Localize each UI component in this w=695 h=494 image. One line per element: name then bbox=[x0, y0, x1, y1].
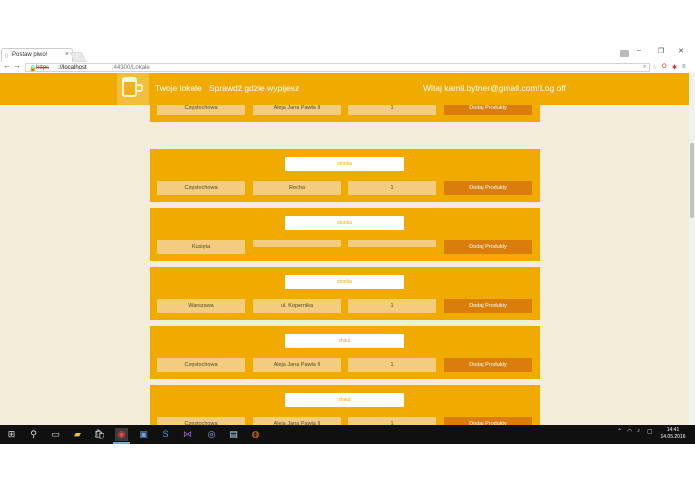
nav-log-off[interactable]: Log off bbox=[540, 83, 566, 93]
venue-street bbox=[253, 240, 341, 247]
site-navbar: Twoje lokale Sprawdź gdzie wypijesz Wita… bbox=[0, 73, 689, 105]
venue-number: 1 bbox=[348, 299, 436, 313]
tab-strip: ▯ Postaw piwo! × bbox=[0, 46, 695, 62]
clock-date: 14.05.2016 bbox=[660, 434, 686, 440]
browser-tab[interactable]: ▯ Postaw piwo! × bbox=[1, 48, 73, 62]
venue-city: Częstochowa bbox=[157, 417, 245, 425]
extension-icon[interactable]: ✱ bbox=[672, 64, 677, 71]
venue-name: stonka bbox=[285, 216, 404, 230]
forward-arrow-icon[interactable]: → bbox=[13, 61, 21, 70]
venue-card: shaut Częstochowa Aleja Jana Pawła II 1 … bbox=[150, 385, 540, 425]
venue-city: Warszawa bbox=[157, 299, 245, 313]
zoom-icon[interactable]: ⌕ bbox=[643, 64, 646, 71]
tray-chevron-icon[interactable]: ⌃ bbox=[617, 428, 622, 435]
venue-street: Aleja Jana Pawła II bbox=[253, 358, 341, 372]
add-products-button[interactable]: Dodaj Produkty bbox=[444, 417, 532, 425]
add-products-button[interactable]: Dodaj Produkty bbox=[444, 181, 532, 195]
menu-icon[interactable]: ≡ bbox=[682, 64, 686, 70]
search-icon[interactable]: ⚲ bbox=[27, 428, 40, 441]
venue-street: Aleja Jana Pawła II bbox=[253, 417, 341, 425]
venue-city: Częstochowa bbox=[157, 358, 245, 372]
close-window-button[interactable]: ✕ bbox=[676, 47, 686, 55]
venue-name: stonka bbox=[285, 275, 404, 289]
nav-check-where[interactable]: Sprawdź gdzie wypijesz bbox=[209, 83, 299, 93]
page-scrollbar[interactable] bbox=[689, 73, 695, 425]
venue-number: 1 bbox=[348, 358, 436, 372]
notifications-icon[interactable]: ▢ bbox=[647, 428, 653, 435]
app-icon[interactable]: ◎ bbox=[205, 428, 218, 441]
address-bar[interactable]: 🔒 https ://localhost :44300/Lokale bbox=[25, 63, 650, 72]
chrome-icon[interactable]: ◉ bbox=[115, 428, 128, 441]
bookmark-star-icon[interactable]: ☆ bbox=[652, 64, 657, 71]
task-view-icon[interactable]: ▭ bbox=[49, 428, 62, 441]
taskbar-clock[interactable]: 14:41 14.05.2016 bbox=[655, 427, 691, 441]
page-favicon-icon: ▯ bbox=[5, 53, 8, 59]
add-products-button[interactable]: Dodaj Produkty bbox=[444, 240, 532, 254]
firefox-icon[interactable]: ◍ bbox=[249, 428, 262, 441]
nav-my-venues[interactable]: Twoje lokale bbox=[155, 83, 202, 93]
tab-close-icon[interactable]: × bbox=[65, 51, 69, 58]
maximize-button[interactable]: ❐ bbox=[656, 47, 666, 55]
url-protocol: https bbox=[36, 65, 50, 71]
venue-name: stonka bbox=[285, 157, 404, 171]
add-products-button[interactable]: Dodaj Produkty bbox=[444, 299, 532, 313]
tab-title: Postaw piwo! bbox=[12, 52, 48, 58]
venue-city: Częstochowa bbox=[157, 181, 245, 195]
site-logo[interactable] bbox=[117, 73, 149, 105]
url-path: :44300/Lokale bbox=[112, 65, 150, 71]
profile-icon[interactable] bbox=[620, 50, 629, 57]
active-app-indicator bbox=[113, 442, 130, 444]
venue-city: Kusięta bbox=[157, 240, 245, 254]
notepad-icon[interactable]: ▤ bbox=[227, 428, 240, 441]
venue-name: shaut bbox=[285, 334, 404, 348]
venue-card: stonka Kusięta Dodaj Produkty bbox=[150, 208, 540, 261]
venue-number: 1 bbox=[348, 181, 436, 195]
scrollbar-thumb[interactable] bbox=[690, 143, 694, 218]
page-viewport: Twoje lokale Sprawdź gdzie wypijesz Wita… bbox=[0, 73, 689, 425]
people-app-icon[interactable]: ▣ bbox=[137, 428, 150, 441]
clock-time: 14:41 bbox=[666, 427, 680, 433]
venue-street: ul. Kopernika bbox=[253, 299, 341, 313]
nav-greeting[interactable]: Witaj kamil.bytner@gmail.com! bbox=[423, 83, 540, 93]
store-icon[interactable]: 🛍 bbox=[93, 428, 106, 441]
venue-card: shaut Częstochowa Aleja Jana Pawła II 1 … bbox=[150, 326, 540, 379]
windows-start-icon[interactable]: ⊞ bbox=[5, 428, 18, 441]
venue-number: 1 bbox=[348, 417, 436, 425]
windows-taskbar: ⊞ ⚲ ▭ ▰ 🛍 ◉ ▣ S ⋈ ◎ ▤ ◍ ⌃ ◠ ♪ ▢ 14:41 14… bbox=[0, 425, 695, 444]
network-icon[interactable]: ◠ bbox=[627, 428, 632, 435]
venue-card: stonka Warszawa ul. Kopernika 1 Dodaj Pr… bbox=[150, 267, 540, 320]
url-host: ://localhost bbox=[58, 65, 87, 71]
screen: ▯ Postaw piwo! × – ❐ ✕ ← → 🔒 https ://lo… bbox=[0, 0, 695, 494]
file-explorer-icon[interactable]: ▰ bbox=[71, 428, 84, 441]
volume-icon[interactable]: ♪ bbox=[637, 428, 640, 434]
venue-street: Rocha bbox=[253, 181, 341, 195]
venue-number bbox=[348, 240, 436, 247]
visual-studio-icon[interactable]: ⋈ bbox=[181, 428, 194, 441]
beer-mug-icon bbox=[122, 77, 143, 97]
browser-toolbar: ← → 🔒 https ://localhost :44300/Lokale bbox=[0, 61, 695, 73]
back-arrow-icon[interactable]: ← bbox=[3, 61, 11, 70]
skype-icon[interactable]: S bbox=[159, 428, 172, 441]
add-products-button[interactable]: Dodaj Produkty bbox=[444, 358, 532, 372]
venue-name: shaut bbox=[285, 393, 404, 407]
venue-card: stonka Częstochowa Rocha 1 Dodaj Produkt… bbox=[150, 149, 540, 202]
opera-extension-icon[interactable]: O bbox=[662, 64, 667, 70]
minimize-button[interactable]: – bbox=[634, 47, 644, 54]
